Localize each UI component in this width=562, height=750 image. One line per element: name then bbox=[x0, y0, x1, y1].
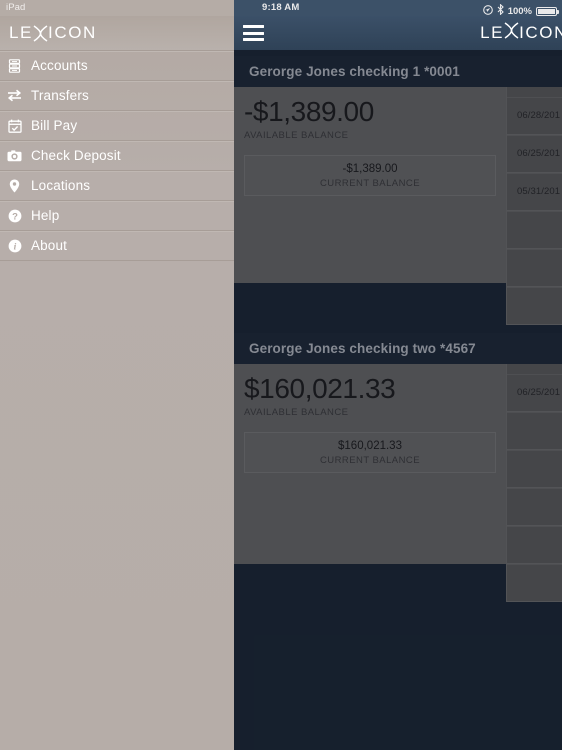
logo-prefix: LE bbox=[480, 23, 505, 42]
wifi-icon bbox=[0, 0, 13, 17]
lexicon-logo: LE ICON bbox=[9, 23, 97, 43]
available-balance-label: AVAILABLE BALANCE bbox=[244, 130, 349, 141]
logo-suffix: ICON bbox=[48, 23, 97, 42]
sidebar-item-label: About bbox=[31, 238, 68, 253]
sidebar-item-check-deposit[interactable]: Check Deposit bbox=[0, 141, 234, 171]
about-info-icon: i bbox=[7, 238, 22, 253]
account-card-header[interactable]: Gerorge Jones checking two *4567 bbox=[234, 333, 562, 364]
sidebar-brand-header: LE ICON bbox=[0, 16, 234, 50]
account-card[interactable]: Gerorge Jones checking two *4567 $160,02… bbox=[234, 333, 562, 602]
account-card-body: -$1,389.00 AVAILABLE BALANCE -$1,389.00 … bbox=[234, 87, 562, 325]
svg-text:i: i bbox=[13, 242, 16, 252]
transaction-list-spacer bbox=[507, 364, 562, 374]
sidebar-menu-list: Accounts Transfers Bill Pay Check Deposi… bbox=[0, 50, 234, 261]
sidebar-item-label: Accounts bbox=[31, 58, 88, 73]
battery-percent-label: 100% bbox=[507, 5, 532, 17]
location-pin-icon bbox=[7, 178, 22, 193]
sidebar-item-label: Bill Pay bbox=[31, 118, 78, 133]
current-balance-amount: -$1,389.00 bbox=[342, 162, 398, 175]
device-label: iPad bbox=[6, 2, 26, 13]
account-card-header[interactable]: Gerorge Jones checking 1 *0001 bbox=[234, 56, 562, 87]
lexicon-x-icon bbox=[504, 22, 519, 44]
ios-status-bar: iPad 9:18 AM 100% bbox=[0, 0, 562, 17]
transaction-date: 05/31/201 bbox=[517, 186, 561, 197]
account-card[interactable]: Gerorge Jones checking 1 *0001 -$1,389.0… bbox=[234, 56, 562, 325]
sidebar-item-label: Locations bbox=[31, 178, 91, 193]
balance-pane: $160,021.33 AVAILABLE BALANCE $160,021.3… bbox=[234, 364, 506, 564]
lexicon-logo-navbar: LE ICON bbox=[480, 22, 562, 44]
account-title: Gerorge Jones checking 1 *0001 bbox=[249, 64, 460, 79]
transaction-row[interactable] bbox=[507, 249, 562, 287]
transaction-date: 06/25/201 bbox=[517, 148, 561, 159]
status-bar-right-background bbox=[234, 0, 562, 16]
sidebar-item-about[interactable]: i About bbox=[0, 231, 234, 261]
transaction-row[interactable] bbox=[507, 211, 562, 249]
sidebar-item-bill-pay[interactable]: Bill Pay bbox=[0, 111, 234, 141]
side-menu-drawer: LE ICON Accounts Transfers Bill Pay Chec… bbox=[0, 16, 234, 750]
transaction-list[interactable]: 06/25/201 bbox=[506, 364, 562, 602]
sidebar-item-label: Check Deposit bbox=[31, 148, 121, 163]
available-balance-amount: $160,021.33 bbox=[244, 373, 396, 404]
accounts-card-list: Gerorge Jones checking 1 *0001 -$1,389.0… bbox=[234, 50, 562, 602]
current-balance-amount: $160,021.33 bbox=[338, 439, 402, 452]
main-content-panel: LE ICON Gerorge Jones checking 1 *0001 -… bbox=[234, 16, 562, 750]
sidebar-item-label: Help bbox=[31, 208, 60, 223]
transaction-row[interactable]: 06/28/201 bbox=[507, 97, 562, 135]
sidebar-item-accounts[interactable]: Accounts bbox=[0, 51, 234, 81]
hamburger-menu-icon[interactable] bbox=[243, 25, 264, 41]
current-balance-box: $160,021.33 CURRENT BALANCE bbox=[244, 432, 496, 473]
logo-suffix: ICON bbox=[519, 23, 562, 42]
transaction-row[interactable] bbox=[507, 564, 562, 602]
account-title: Gerorge Jones checking two *4567 bbox=[249, 341, 476, 356]
available-balance-label: AVAILABLE BALANCE bbox=[244, 407, 349, 418]
app-navigation-bar: LE ICON bbox=[234, 16, 562, 50]
transaction-row[interactable] bbox=[507, 412, 562, 450]
current-balance-label: CURRENT BALANCE bbox=[319, 454, 420, 466]
transaction-row[interactable] bbox=[507, 287, 562, 325]
sidebar-item-locations[interactable]: Locations bbox=[0, 171, 234, 201]
help-question-icon: ? bbox=[7, 208, 22, 223]
transaction-row[interactable] bbox=[507, 526, 562, 564]
svg-text:?: ? bbox=[12, 211, 18, 222]
account-card-body: $160,021.33 AVAILABLE BALANCE $160,021.3… bbox=[234, 364, 562, 602]
accounts-icon bbox=[7, 58, 22, 73]
available-balance-amount: -$1,389.00 bbox=[244, 96, 374, 127]
transaction-date: 06/28/201 bbox=[517, 110, 561, 121]
sidebar-item-transfers[interactable]: Transfers bbox=[0, 81, 234, 111]
transaction-row[interactable] bbox=[507, 488, 562, 526]
transfers-icon bbox=[7, 88, 22, 103]
check-deposit-camera-icon bbox=[7, 148, 22, 163]
status-bar-clock: 9:18 AM bbox=[262, 2, 300, 13]
current-balance-label: CURRENT BALANCE bbox=[319, 177, 420, 189]
status-bar-left-background bbox=[0, 0, 234, 16]
bill-pay-icon bbox=[7, 118, 22, 133]
lexicon-x-icon bbox=[33, 24, 48, 42]
transaction-row[interactable]: 06/25/201 bbox=[507, 135, 562, 173]
sidebar-item-label: Transfers bbox=[31, 88, 89, 103]
current-balance-box: -$1,389.00 CURRENT BALANCE bbox=[244, 155, 496, 196]
sidebar-item-help[interactable]: ? Help bbox=[0, 201, 234, 231]
transaction-row[interactable]: 06/25/201 bbox=[507, 374, 562, 412]
battery-full-icon bbox=[536, 6, 559, 16]
balance-pane: -$1,389.00 AVAILABLE BALANCE -$1,389.00 … bbox=[234, 87, 506, 283]
logo-prefix: LE bbox=[9, 23, 33, 42]
transaction-list-spacer bbox=[507, 87, 562, 97]
transaction-row[interactable] bbox=[507, 450, 562, 488]
transaction-row[interactable]: 05/31/201 bbox=[507, 173, 562, 211]
transaction-list[interactable]: 06/28/201 06/25/201 05/31/201 bbox=[506, 87, 562, 325]
transaction-date: 06/25/201 bbox=[517, 387, 561, 398]
